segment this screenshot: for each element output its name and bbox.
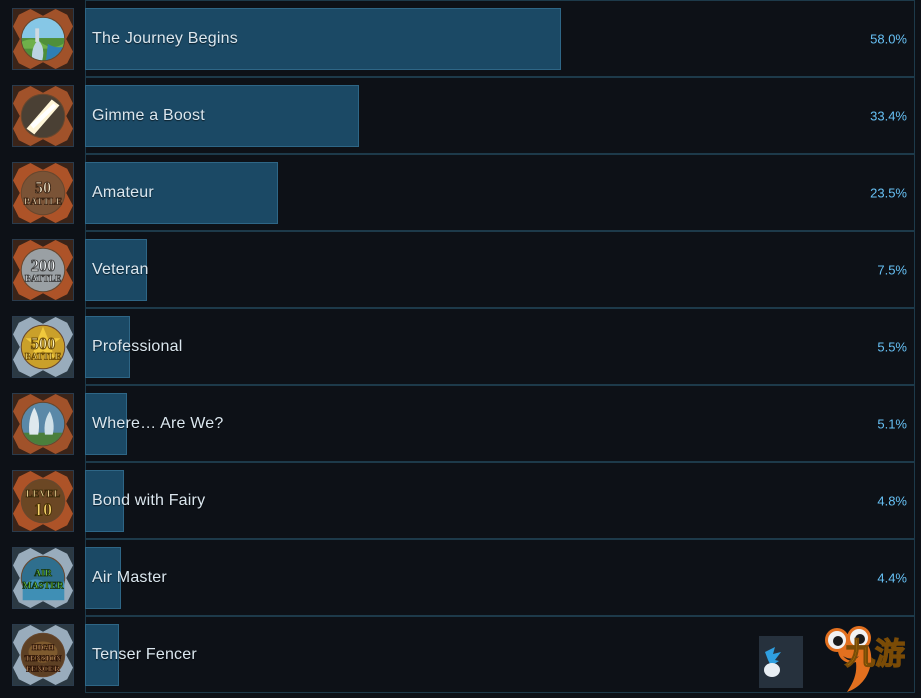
tenser-fencer-high-tension-badge-icon: HIGH TENSION FENCER [12, 623, 74, 686]
achievement-progress-area: Veteran 7.5% [85, 238, 921, 301]
air-master-badge-icon: AIR MASTER [12, 546, 74, 609]
svg-text:500: 500 [31, 333, 56, 352]
svg-text:HIGH: HIGH [32, 643, 55, 652]
achievement-row[interactable]: 200 BATTLE Veteran 7.5% [0, 231, 921, 308]
achievement-progress-area: Professional 5.5% [85, 315, 921, 378]
svg-text:BATTLE: BATTLE [25, 273, 62, 283]
achievement-percent: 5.1% [877, 416, 907, 431]
progress-track [85, 84, 905, 147]
achievement-name: Gimme a Boost [92, 106, 205, 124]
achievement-list: The Journey Begins 58.0% Gimme a Boost 33.… [0, 0, 921, 693]
svg-text:FENCER: FENCER [26, 664, 60, 673]
achievement-name: Air Master [92, 568, 167, 586]
where-are-we-forest-icon [12, 392, 74, 455]
svg-text:MASTER: MASTER [22, 580, 64, 591]
svg-text:TENSION: TENSION [25, 653, 62, 662]
achievement-row[interactable]: Gimme a Boost 33.4% [0, 77, 921, 154]
achievement-name: Professional [92, 337, 183, 355]
progress-track [85, 238, 905, 301]
progress-track [85, 546, 905, 609]
achievement-name: Tenser Fencer [92, 645, 197, 663]
achievement-progress-area: Amateur 23.5% [85, 161, 921, 224]
achievement-row[interactable]: Where… Are We? 5.1% [0, 385, 921, 462]
progress-track [85, 161, 905, 224]
svg-text:10: 10 [34, 499, 52, 519]
svg-text:BATTLE: BATTLE [24, 196, 62, 207]
achievement-progress-area: The Journey Begins 58.0% [85, 7, 921, 70]
achievement-percent: 58.0% [870, 31, 907, 46]
achievement-percent: 5.5% [877, 339, 907, 354]
achievement-name: Where… Are We? [92, 414, 224, 432]
achievement-row[interactable]: AIR MASTER Air Master 4.4% [0, 539, 921, 616]
progress-track [85, 315, 905, 378]
achievement-percent: 4.8% [877, 493, 907, 508]
achievement-progress-area: Tenser Fencer [85, 623, 921, 686]
achievement-name: Amateur [92, 183, 154, 201]
svg-text:200: 200 [31, 255, 56, 274]
svg-text:AIR: AIR [34, 568, 53, 579]
achievement-row[interactable]: HIGH TENSION FENCER Tenser Fencer [0, 616, 921, 693]
svg-text:50: 50 [35, 178, 51, 197]
achievement-percent: 4.4% [877, 570, 907, 585]
achievement-name: Veteran [92, 260, 149, 278]
achievement-percent: 23.5% [870, 185, 907, 200]
svg-text:BATTLE: BATTLE [25, 351, 62, 361]
veteran-200-battle-badge-icon: 200 BATTLE [12, 238, 74, 301]
achievement-progress-area: Bond with Fairy 4.8% [85, 469, 921, 532]
achievement-row[interactable]: 50 BATTLE Amateur 23.5% [0, 154, 921, 231]
achievement-progress-area: Air Master 4.4% [85, 546, 921, 609]
achievement-name: The Journey Begins [92, 29, 238, 47]
journey-begins-landscape-icon [12, 7, 74, 70]
achievement-row[interactable]: The Journey Begins 58.0% [0, 0, 921, 77]
achievement-percent: 7.5% [877, 262, 907, 277]
achievement-percent: 33.4% [870, 108, 907, 123]
achievement-row[interactable]: 500 BATTLE Professional 5.5% [0, 308, 921, 385]
achievement-progress-area: Gimme a Boost 33.4% [85, 84, 921, 147]
progress-track [85, 623, 905, 686]
achievement-progress-area: Where… Are We? 5.1% [85, 392, 921, 455]
professional-500-battle-badge-icon: 500 BATTLE [12, 315, 74, 378]
achievement-name: Bond with Fairy [92, 491, 206, 509]
progress-track [85, 469, 905, 532]
svg-text:LEVEL: LEVEL [26, 489, 61, 500]
bond-with-fairy-level-10-badge-icon: LEVEL 10 [12, 469, 74, 532]
gimme-a-boost-energy-icon [12, 84, 74, 147]
achievement-row[interactable]: LEVEL 10 Bond with Fairy 4.8% [0, 462, 921, 539]
amateur-50-battle-badge-icon: 50 BATTLE [12, 161, 74, 224]
